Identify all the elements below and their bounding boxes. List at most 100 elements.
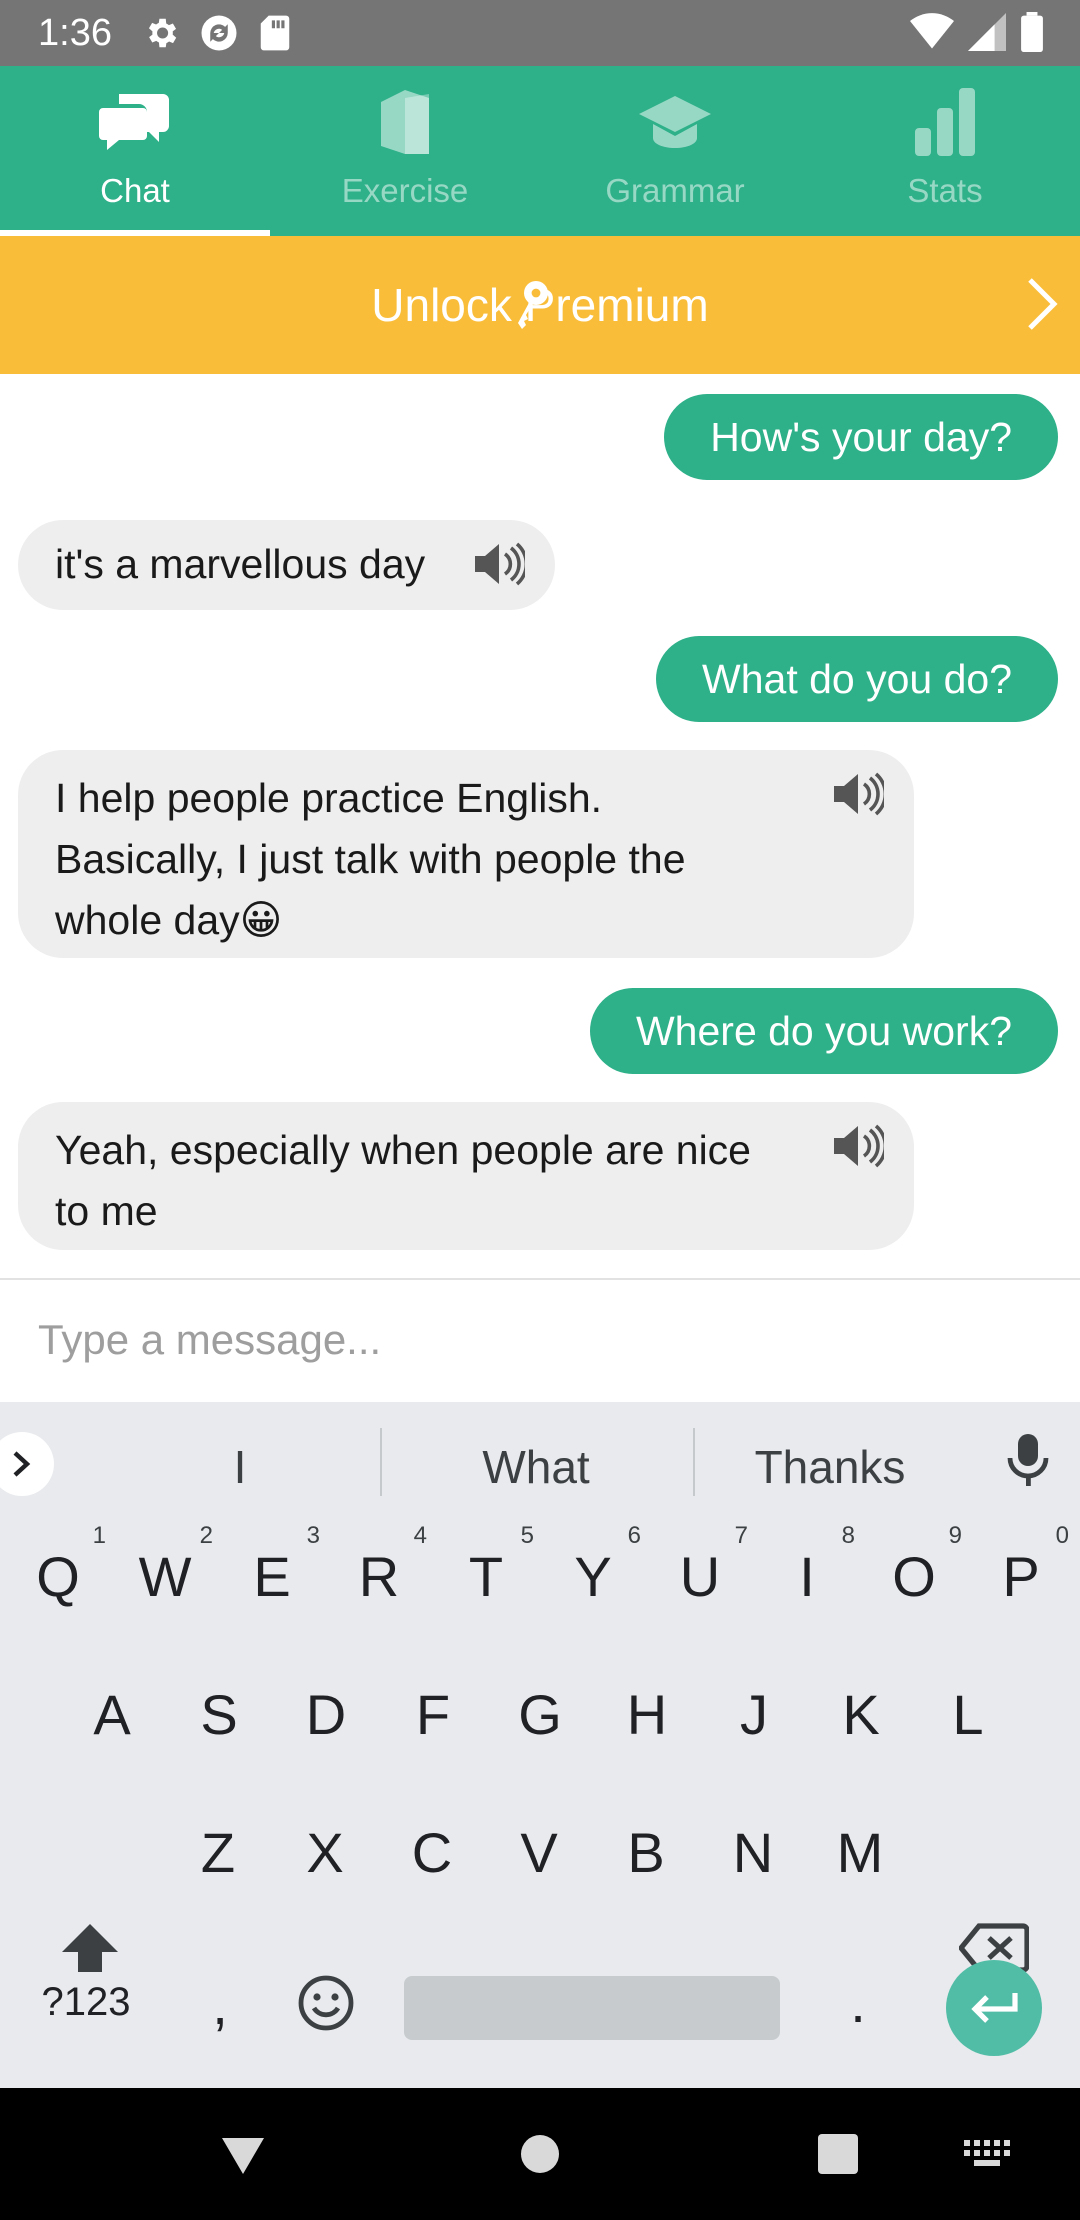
key-b[interactable]: B (596, 1820, 696, 1885)
key-letter: U (679, 1545, 721, 1608)
key-j[interactable]: J (704, 1682, 804, 1747)
key-y[interactable]: Y6 (543, 1522, 643, 1609)
key-letter: R (358, 1545, 400, 1608)
suggestion-strip: I What Thanks (0, 1402, 1080, 1522)
key-c[interactable]: C (382, 1820, 482, 1885)
back-triangle-icon[interactable] (220, 2136, 266, 2176)
key-k[interactable]: K (811, 1682, 911, 1747)
emoji-icon (298, 1975, 354, 2031)
key-icon (518, 281, 548, 329)
key-t[interactable]: T5 (436, 1522, 536, 1609)
key-r[interactable]: R4 (329, 1522, 429, 1609)
chat-thread[interactable]: How's your day? it's a marvellous day Wh… (0, 374, 1080, 1278)
chevron-right-icon (13, 1451, 31, 1477)
shift-icon (62, 1924, 118, 1972)
key-letter: Q (36, 1545, 80, 1608)
message-line: whole day😀 (55, 897, 283, 943)
tab-grammar[interactable]: Grammar (540, 66, 810, 236)
comma-key[interactable]: , (170, 1972, 270, 2037)
status-icons-left (142, 12, 292, 54)
key-n[interactable]: N (703, 1820, 803, 1885)
settings-gear-icon (148, 18, 177, 48)
key-l[interactable]: L (918, 1682, 1018, 1747)
message-text: Where do you work? (635, 1007, 1012, 1054)
key-p[interactable]: P0 (971, 1522, 1071, 1609)
key-h[interactable]: H (597, 1682, 697, 1747)
cell-signal-icon (968, 13, 1006, 51)
key-m[interactable]: M (810, 1820, 910, 1885)
key-hint: 9 (948, 1522, 962, 1549)
key-d[interactable]: D (276, 1682, 376, 1747)
message-bot: it's a marvellous day (18, 520, 556, 610)
speaker-icon[interactable] (473, 542, 526, 586)
tab-bar: Chat Exercise Grammar Stats (0, 66, 1080, 236)
key-a[interactable]: A (62, 1682, 162, 1747)
message-user: How's your day? (664, 394, 1058, 480)
unlock-premium-banner[interactable]: Unlock Premium (0, 236, 1080, 374)
key-w[interactable]: W2 (115, 1522, 215, 1609)
tab-exercise[interactable]: Exercise (270, 66, 540, 236)
status-time: 1:36 (38, 12, 112, 54)
home-circle-icon[interactable] (520, 2134, 560, 2174)
suggestion-2[interactable]: What (386, 1440, 686, 1494)
key-letter: E (253, 1545, 291, 1608)
key-x[interactable]: X (275, 1820, 375, 1885)
sync-icon (201, 15, 237, 51)
message-input-bar: Type a message... (0, 1278, 1080, 1402)
suggestion-1[interactable]: I (90, 1440, 390, 1494)
key-hint: 2 (199, 1522, 213, 1549)
system-navigation-bar (0, 2088, 1080, 2220)
key-s[interactable]: S (169, 1682, 269, 1747)
bar-chart-icon (909, 86, 981, 158)
message-text: How's your day? (710, 413, 1012, 460)
message-user: What do you do? (656, 636, 1058, 722)
recents-square-icon[interactable] (818, 2134, 858, 2174)
key-v[interactable]: V (489, 1820, 589, 1885)
space-key[interactable] (404, 1976, 780, 2040)
key-letter: I (799, 1545, 815, 1608)
symbols-key[interactable]: ?123 (36, 1980, 136, 2025)
book-icon (369, 86, 441, 158)
status-bar: 1:36 (0, 0, 1080, 66)
message-input[interactable]: Type a message... (38, 1316, 381, 1364)
tab-stats-label: Stats (907, 172, 983, 209)
message-bot: Yeah, especially when people are nice to… (18, 1102, 914, 1250)
key-f[interactable]: F (383, 1682, 483, 1747)
emoji-key[interactable] (276, 1974, 376, 2045)
key-hint: 4 (413, 1522, 427, 1549)
message-line: Yeah, especially when people are nice (55, 1127, 751, 1173)
sd-card-icon (260, 15, 290, 51)
key-o[interactable]: O9 (864, 1522, 964, 1609)
key-hint: 5 (520, 1522, 534, 1549)
wifi-icon (910, 13, 954, 49)
key-i[interactable]: I8 (757, 1522, 857, 1609)
key-e[interactable]: E3 (222, 1522, 322, 1609)
key-hint: 3 (306, 1522, 320, 1549)
speaker-icon[interactable] (832, 772, 884, 816)
tab-chat[interactable]: Chat (0, 66, 270, 236)
tab-exercise-label: Exercise (341, 172, 469, 209)
period-key[interactable]: . (808, 1970, 908, 2035)
expand-suggestions-button[interactable] (0, 1432, 54, 1496)
speaker-icon[interactable] (832, 1124, 884, 1168)
chat-bubbles-icon (99, 86, 171, 158)
soft-keyboard: I What Thanks Q1W2E3R4T5Y6U7I8O9P0 ASDFG… (0, 1402, 1080, 2088)
key-q[interactable]: Q1 (8, 1522, 108, 1609)
message-user: Where do you work? (589, 988, 1058, 1074)
microphone-icon[interactable] (1006, 1432, 1050, 1488)
key-z[interactable]: Z (168, 1820, 268, 1885)
tab-stats[interactable]: Stats (810, 66, 1080, 236)
message-line: to me (55, 1188, 158, 1234)
suggestion-3[interactable]: Thanks (680, 1440, 980, 1494)
tab-grammar-label: Grammar (605, 172, 745, 209)
chevron-right-icon (1028, 278, 1058, 330)
keyboard-switch-icon[interactable] (964, 2140, 1010, 2170)
key-hint: 8 (841, 1522, 855, 1549)
enter-key[interactable] (946, 1960, 1042, 2056)
status-icons-right (910, 12, 1044, 52)
enter-arrow-icon (971, 1993, 1018, 2023)
shift-key[interactable] (40, 1922, 140, 1987)
key-g[interactable]: G (490, 1682, 590, 1747)
key-u[interactable]: U7 (650, 1522, 750, 1609)
battery-icon (1021, 12, 1043, 52)
